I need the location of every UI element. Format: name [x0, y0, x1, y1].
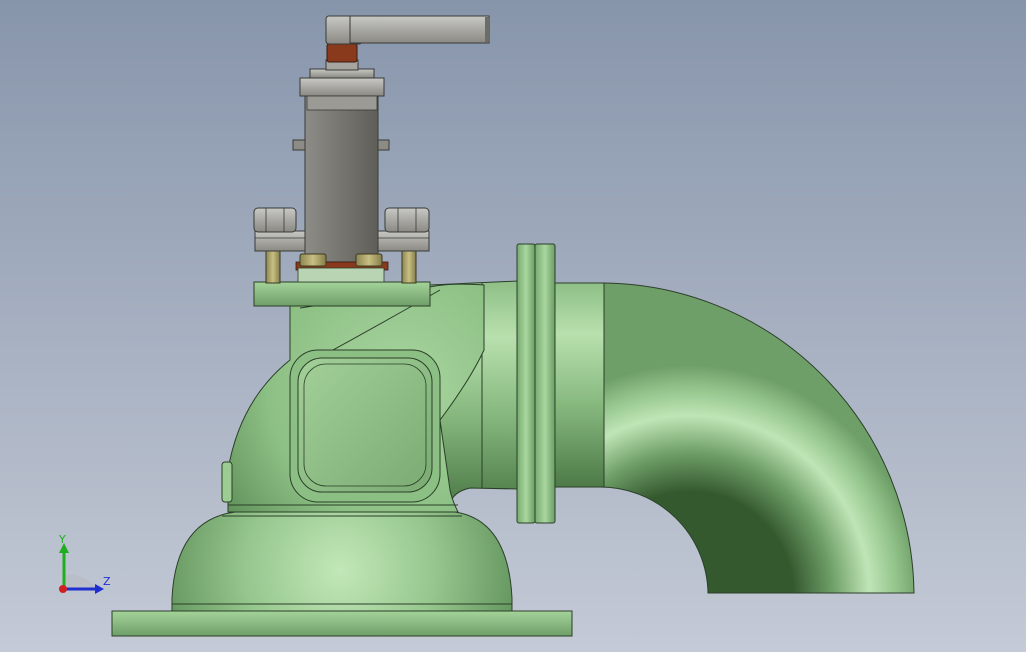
base-flange[interactable]: [111, 610, 573, 637]
y-axis-label: Y: [59, 533, 66, 546]
valve-body[interactable]: [221, 283, 485, 513]
cad-viewport[interactable]: Y Z: [0, 0, 1026, 652]
coordinate-triad-icon: [59, 543, 104, 594]
elbow-pipe[interactable]: [599, 282, 915, 594]
actuator-housing[interactable]: [292, 77, 390, 263]
bonnet-flange[interactable]: [253, 281, 431, 307]
pipe-flange[interactable]: [516, 243, 556, 524]
valve-model[interactable]: [0, 0, 1026, 652]
valve-dome[interactable]: [171, 511, 513, 612]
z-axis-label: Z: [103, 575, 111, 588]
valve-stem[interactable]: [309, 43, 375, 79]
valve-handle[interactable]: [325, 15, 490, 45]
pipe-segment[interactable]: [551, 282, 605, 488]
x-axis-dot: [59, 585, 67, 593]
packing-seal: [326, 43, 358, 63]
